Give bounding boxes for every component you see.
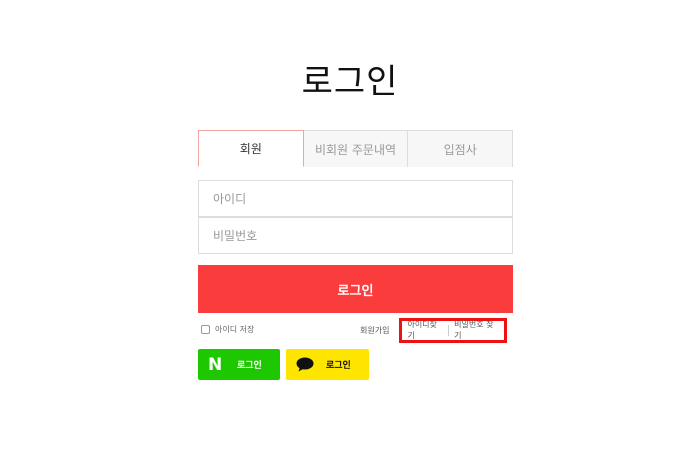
page-title: 로그인 — [301, 62, 399, 102]
password-field-wrapper — [198, 217, 513, 254]
tab-member[interactable]: 회원 — [198, 130, 304, 167]
save-id-checkbox[interactable] — [201, 325, 210, 334]
join-link[interactable]: 회원가입 — [360, 325, 389, 336]
naver-logo-icon: N — [208, 354, 223, 375]
password-input[interactable] — [213, 218, 512, 253]
login-tabs: 회원 비회원 주문내역 입점사 — [198, 130, 514, 167]
tab-guest-orders[interactable]: 비회원 주문내역 — [303, 130, 409, 167]
tab-vendor[interactable]: 입점사 — [408, 130, 514, 167]
account-links: 회원가입 아이디찾기 비밀번호 찾기 — [360, 317, 508, 343]
save-id-option[interactable]: 아이디 저장 — [201, 324, 254, 335]
find-password-link[interactable]: 비밀번호 찾기 — [449, 319, 504, 341]
login-button[interactable]: 로그인 — [198, 265, 513, 313]
id-input[interactable] — [213, 181, 512, 216]
naver-login-button[interactable]: N 로그인 — [198, 349, 280, 380]
speech-bubble-icon — [296, 357, 316, 372]
save-id-label: 아이디 저장 — [215, 325, 255, 334]
naver-login-label: 로그인 — [237, 361, 262, 371]
kakao-login-button[interactable]: 로그인 — [286, 349, 369, 380]
kakao-login-label: 로그인 — [326, 361, 351, 371]
id-field-wrapper — [198, 180, 513, 217]
find-id-link[interactable]: 아이디찾기 — [402, 319, 448, 341]
find-account-highlight: 아이디찾기 비밀번호 찾기 — [399, 317, 508, 343]
